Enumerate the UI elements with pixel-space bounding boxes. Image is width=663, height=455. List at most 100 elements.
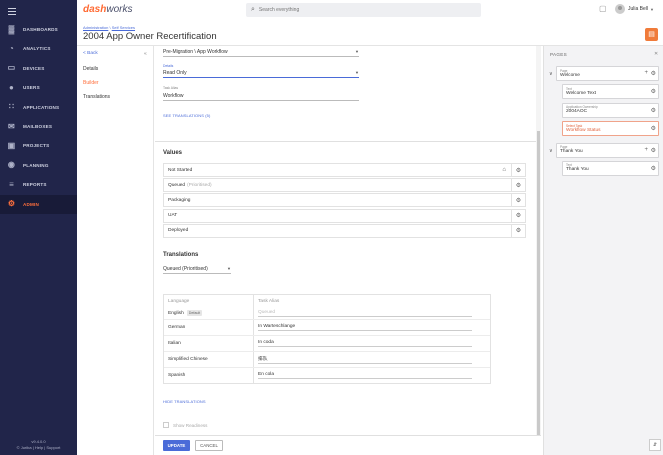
subnav-item-translations[interactable]: Translations [83,94,110,100]
task-alias-input[interactable]: In coda [258,340,472,347]
page-card[interactable]: Page Welcome + ⚙ [556,66,659,81]
subnav-item-details[interactable]: Details [83,66,98,72]
task-alias-input[interactable]: En cola [258,372,472,379]
workflow-select[interactable]: Pre-Migration \ App Workflow ▼ [163,49,359,57]
component-card[interactable]: Select Task Workflow Status ⚙ [562,121,659,136]
chevron-down-icon[interactable]: ∨ [549,71,553,77]
value-label: Deployed [168,228,189,234]
value-row[interactable]: Queued (Prioritised) ⚙ [163,178,526,193]
breadcrumb-self-services[interactable]: Self Services [112,25,135,30]
details-label: Details [163,64,174,68]
page-card[interactable]: Page Thank You + ⚙ [556,142,659,158]
gear-icon[interactable]: ⚙ [511,194,525,207]
user-icon: ● [8,82,15,92]
gear-icon[interactable]: ⚙ [651,165,656,172]
gear-icon[interactable]: ⚙ [511,164,525,176]
sidebar-item-reports[interactable]: ≡ REPORTS [0,175,77,194]
show-readiness-row[interactable]: Show Readiness [163,422,207,428]
close-icon[interactable]: ✕ [654,51,658,57]
task-alias-input[interactable]: Queued [258,310,472,317]
language-name: English [168,310,184,316]
language-name: Italian [168,341,181,346]
search-box[interactable]: ⌕ [246,3,481,17]
back-link[interactable]: < Back [83,51,98,56]
gear-icon[interactable]: ⚙ [651,70,656,77]
chat-icon[interactable]: ▢ [599,4,607,13]
sidebar-item-applications[interactable]: ∷ APPLICATIONS [0,98,77,117]
translation-value-select[interactable]: Queued (Prioritised) ▼ [163,266,231,274]
gear-icon[interactable]: ⚙ [651,147,656,154]
gear-icon[interactable]: ⚙ [511,224,525,237]
component-card[interactable]: Text Welcome Text ⚙ [562,84,659,99]
value-row[interactable]: UAT ⚙ [163,208,526,223]
details-select[interactable]: Read Only ▼ [163,70,359,78]
bar-chart-icon: ▓ [8,24,15,34]
gear-icon: ⚙ [7,199,16,209]
search-input[interactable] [258,7,459,13]
footer-links[interactable]: © Juriba | Help | Support [0,445,77,451]
sidebar-item-analytics[interactable]: ◔ ANALYTICS [0,39,77,58]
action-bar: UPDATE CANCEL [155,435,541,455]
hide-translations-link[interactable]: HIDE TRANSLATIONS [163,399,206,404]
task-alias-input[interactable]: 排队 [258,355,472,364]
gear-icon[interactable]: ⚙ [511,179,525,192]
sidebar-item-users[interactable]: ● USERS [0,78,77,97]
task-alias-cell[interactable]: 排队 [254,352,490,367]
scrollbar[interactable] [536,46,541,436]
language-name: Simplified Chinese [168,357,208,362]
task-alias-cell[interactable]: In coda [254,336,490,351]
task-alias-cell[interactable]: En cola [254,368,490,383]
sidebar-item-admin[interactable]: ⚙ ADMIN [0,194,77,214]
language-cell: English Default [164,307,254,319]
gear-icon[interactable]: ⚙ [651,125,656,132]
hamburger-menu-icon[interactable] [8,8,16,17]
update-button[interactable]: UPDATE [163,440,190,451]
cancel-button[interactable]: CANCEL [195,440,223,451]
sidebar-item-label: MAILBOXES [23,124,53,129]
breadcrumb-administration[interactable]: Administration [83,25,108,30]
scrollbar-thumb[interactable] [537,131,540,436]
default-badge: Default [186,310,203,316]
translations-table: Language Task Alias English Default Queued… [163,294,491,384]
task-alias-cell[interactable]: Queued [254,307,490,319]
sidebar-item-devices[interactable]: ▭ DEVICES [0,59,77,78]
page-title: 2004 App Owner Recertification [83,31,217,42]
component-card[interactable]: Text Thank You ⚙ [562,160,659,176]
expand-collapse-icon[interactable]: ⇵ [649,439,661,451]
sidebar-item-dashboards[interactable]: ▓ DASHBOARDS [0,20,77,39]
sidebar-item-mailboxes[interactable]: ✉ MAILBOXES [0,117,77,136]
collapse-icon[interactable]: « [144,51,147,57]
logo[interactable]: dashworks [83,4,132,15]
sidebar-item-label: APPLICATIONS [23,104,60,110]
gear-icon[interactable]: ⚙ [511,209,525,222]
task-alias-input[interactable]: Workflow [163,93,359,101]
value-row[interactable]: Packaging ⚙ [163,193,526,208]
sidebar-item-projects[interactable]: ▣ PROJECTS [0,136,77,155]
value-row[interactable]: Deployed ⚙ [163,223,526,238]
chevron-down-icon[interactable]: ∨ [549,148,553,154]
value-label: Queued [168,182,186,188]
show-readiness-checkbox[interactable] [163,422,169,428]
sidebar-item-label: DEVICES [23,65,45,71]
user-menu[interactable]: Julia Bell ▼ [615,4,654,14]
sidebar-item-planning[interactable]: ◉ PLANNING [0,156,77,175]
add-icon[interactable]: + [644,147,648,153]
gear-icon[interactable]: ⚙ [651,107,656,114]
component-card[interactable]: Application Ownership 2004AOC ⚙ [562,102,659,118]
document-icon[interactable]: ▤ [645,28,658,41]
value-row[interactable]: Not Started ⌂ ⚙ [163,163,526,177]
task-alias-cell[interactable]: In Warteschlange [254,320,490,335]
home-icon[interactable]: ⌂ [502,167,506,173]
table-header: Language Task Alias [164,295,490,307]
add-icon[interactable]: + [644,70,648,76]
gear-icon[interactable]: ⚙ [651,88,656,95]
laptop-icon: ▭ [7,63,16,73]
task-alias-input[interactable]: In Warteschlange [258,324,472,331]
see-translations-link[interactable]: SEE TRANSLATIONS (5) [163,113,210,118]
column-header-task-alias: Task Alias [258,298,280,304]
subnav-item-builder[interactable]: Builder [83,80,99,86]
show-readiness-label: Show Readiness [173,422,208,428]
language-cell: German [164,320,254,335]
translations-title: Translations [163,252,199,258]
analytics-icon: ◔ [8,43,15,53]
